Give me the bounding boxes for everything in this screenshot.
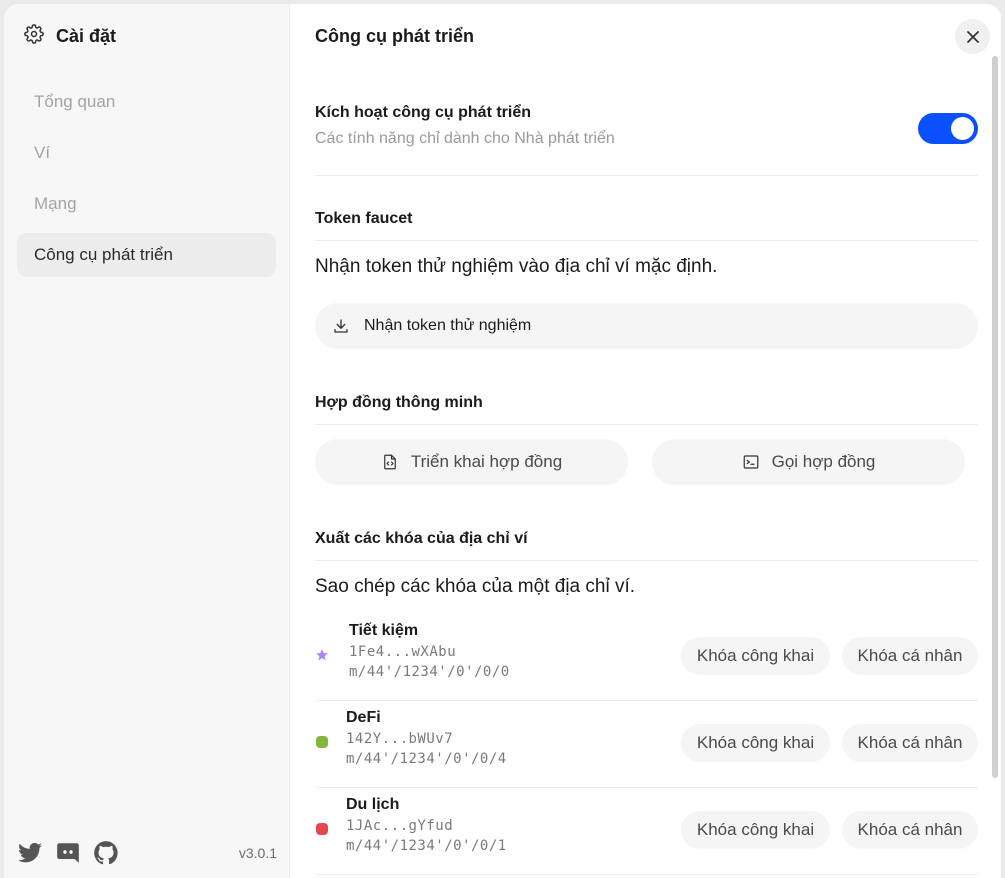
keys-description: Sao chép các khóa của một địa chỉ ví. [315, 576, 636, 597]
scrollbar[interactable] [992, 56, 998, 778]
settings-window: Cài đặt Tổng quan Ví Mạng Công cụ phát t… [4, 4, 1001, 878]
github-icon[interactable] [93, 840, 119, 866]
social-links [17, 840, 119, 866]
derivation-path: m/44'/1234'/0'/0/1 [346, 838, 507, 854]
private-key-button[interactable]: Khóa cá nhân [842, 637, 978, 675]
dev-tools-toggle-row: Kích hoạt công cụ phát triển Các tính nă… [315, 104, 978, 176]
account-name: Tiết kiệm [349, 622, 419, 639]
account-row-travel: Du lịch 1JAc...gYfud m/44'/1234'/0'/0/1 … [315, 788, 978, 875]
star-icon [316, 649, 328, 661]
account-color-dot [316, 736, 328, 748]
dev-tools-description: Các tính năng chỉ dành cho Nhà phát triể… [315, 130, 615, 147]
account-name: Du lịch [346, 796, 400, 813]
derivation-path: m/44'/1234'/0'/0/4 [346, 751, 507, 767]
account-name: DeFi [346, 709, 381, 726]
dev-tools-title: Kích hoạt công cụ phát triển [315, 104, 532, 121]
sidebar-item-network[interactable]: Mạng [17, 182, 276, 226]
sidebar-item-overview[interactable]: Tổng quan [17, 80, 276, 124]
private-key-button[interactable]: Khóa cá nhân [842, 724, 978, 762]
page-title: Công cụ phát triển [315, 26, 474, 46]
private-key-button[interactable]: Khóa cá nhân [842, 811, 978, 849]
get-test-token-label: Nhận token thử nghiệm [364, 317, 532, 334]
contracts-section-title: Hợp đồng thông minh [315, 394, 978, 425]
call-contract-label: Gọi hợp đồng [771, 452, 876, 471]
keys-section-title: Xuất các khóa của địa chỉ ví [315, 530, 978, 561]
file-code-icon [383, 454, 396, 470]
sidebar-header: Cài đặt [24, 23, 117, 49]
sidebar-footer: v3.0.1 [17, 840, 277, 866]
account-info: DeFi 142Y...bWUv7 m/44'/1234'/0'/0/4 [346, 709, 507, 767]
account-address: 1JAc...gYfud [346, 818, 454, 834]
get-test-token-button[interactable]: Nhận token thử nghiệm [315, 303, 978, 349]
sidebar-title: Cài đặt [56, 25, 117, 46]
derivation-path: m/44'/1234'/0'/0/0 [349, 664, 510, 680]
sidebar-item-developer-tools[interactable]: Công cụ phát triển [17, 233, 276, 277]
public-key-button[interactable]: Khóa công khai [681, 724, 830, 762]
account-address: 142Y...bWUv7 [346, 731, 454, 747]
terminal-icon [743, 455, 758, 469]
deploy-contract-label: Triển khai hợp đồng [410, 452, 563, 471]
public-key-button[interactable]: Khóa công khai [681, 811, 830, 849]
account-info: Tiết kiệm 1Fe4...wXAbu m/44'/1234'/0'/0/… [349, 622, 510, 680]
account-info: Du lịch 1JAc...gYfud m/44'/1234'/0'/0/1 [346, 796, 507, 854]
twitter-icon[interactable] [17, 840, 43, 866]
faucet-section-title: Token faucet [315, 210, 978, 241]
account-color-dot [316, 823, 328, 835]
gear-icon [24, 23, 44, 49]
dev-tools-toggle[interactable] [918, 113, 978, 144]
deploy-contract-button[interactable]: Triển khai hợp đồng [315, 439, 628, 485]
close-button[interactable] [955, 19, 990, 54]
app-version: v3.0.1 [238, 845, 277, 861]
close-icon [966, 30, 979, 43]
public-key-button[interactable]: Khóa công khai [681, 637, 830, 675]
call-contract-button[interactable]: Gọi hợp đồng [652, 439, 965, 485]
account-row-savings: Tiết kiệm 1Fe4...wXAbu m/44'/1234'/0'/0/… [315, 614, 978, 701]
main-panel: Công cụ phát triển Kích hoạt công cụ phá… [290, 4, 1001, 878]
sidebar-item-wallet[interactable]: Ví [17, 131, 276, 175]
account-address: 1Fe4...wXAbu [349, 644, 457, 660]
sidebar-nav: Tổng quan Ví Mạng Công cụ phát triển [17, 80, 276, 284]
download-icon [334, 319, 348, 333]
discord-icon[interactable] [55, 840, 81, 866]
account-row-defi: DeFi 142Y...bWUv7 m/44'/1234'/0'/0/4 Khó… [315, 701, 978, 788]
sidebar: Cài đặt Tổng quan Ví Mạng Công cụ phát t… [4, 4, 290, 878]
faucet-description: Nhận token thử nghiệm vào địa chỉ ví mặc… [315, 256, 718, 277]
toggle-knob [951, 117, 974, 140]
